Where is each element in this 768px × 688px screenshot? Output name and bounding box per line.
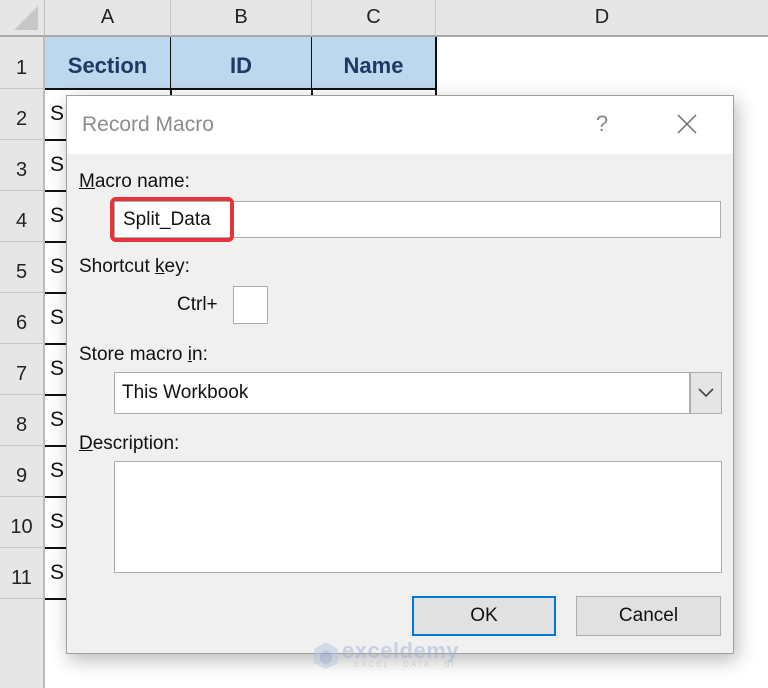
row-number: 7 xyxy=(15,363,28,385)
help-icon: ? xyxy=(595,111,609,136)
cell-b1[interactable]: ID xyxy=(171,37,313,90)
row-number: 5 xyxy=(15,261,28,283)
row-header-6[interactable]: 6 xyxy=(0,293,45,344)
shortcut-key-input[interactable] xyxy=(233,286,268,324)
cell-text: S xyxy=(50,561,65,584)
column-header-c[interactable]: C xyxy=(312,0,436,37)
row-header-3[interactable]: 3 xyxy=(0,140,45,191)
row-header-9[interactable]: 9 xyxy=(0,446,45,497)
description-textarea[interactable] xyxy=(114,461,722,573)
row-number: 2 xyxy=(15,108,28,130)
accelerator-key: M xyxy=(79,171,95,192)
close-icon xyxy=(677,114,697,134)
accelerator-key: D xyxy=(79,433,93,454)
column-header-b[interactable]: B xyxy=(171,0,312,37)
select-all-triangle-icon xyxy=(14,6,38,30)
select-all-button[interactable] xyxy=(0,0,45,37)
chevron-down-icon xyxy=(698,388,714,398)
exceldemy-logo-icon xyxy=(314,642,338,669)
row-number: 6 xyxy=(15,312,28,334)
cell-text: S xyxy=(50,510,65,533)
column-letter: D xyxy=(594,6,610,28)
button-label: Cancel xyxy=(618,605,679,626)
ok-button[interactable]: OK xyxy=(412,596,556,636)
button-label: OK xyxy=(470,605,498,626)
row-header-10[interactable]: 10 xyxy=(0,497,45,548)
cell-text: S xyxy=(50,255,65,278)
cell-text: S xyxy=(50,357,65,380)
column-letter: A xyxy=(100,6,115,28)
dropdown-button[interactable] xyxy=(689,373,721,413)
help-button[interactable]: ? xyxy=(587,108,617,140)
store-macro-select[interactable]: This Workbook xyxy=(114,372,722,414)
store-macro-label: Store macro in: xyxy=(79,344,208,366)
record-macro-dialog: Record Macro ? Macro name: Split_Data Sh… xyxy=(66,95,734,654)
row-header-5[interactable]: 5 xyxy=(0,242,45,293)
row-header-8[interactable]: 8 xyxy=(0,395,45,446)
macro-name-input[interactable]: Split_Data xyxy=(114,201,721,238)
row-number: 1 xyxy=(15,57,28,79)
cell-text: S xyxy=(50,102,65,125)
cell-text: S xyxy=(50,306,65,329)
watermark-tagline: EXCEL · DATA · BI xyxy=(354,660,456,669)
row-number: 10 xyxy=(10,516,33,538)
close-button[interactable] xyxy=(667,106,707,142)
row-header-4[interactable]: 4 xyxy=(0,191,45,242)
exceldemy-watermark: exceldemy EXCEL · DATA · BI xyxy=(312,638,462,670)
row-number: 9 xyxy=(15,465,28,487)
column-header-a[interactable]: A xyxy=(45,0,171,37)
column-header-d[interactable]: D xyxy=(436,0,768,37)
label-text: n: xyxy=(192,344,208,365)
row-header-1[interactable]: 1 xyxy=(0,37,45,89)
row-header-11[interactable]: 11 xyxy=(0,548,45,599)
dialog-titlebar[interactable]: Record Macro ? xyxy=(67,96,733,154)
input-value: Split_Data xyxy=(123,208,211,230)
cell-text: Name xyxy=(343,52,404,78)
dialog-title: Record Macro xyxy=(82,113,214,136)
cell-c1[interactable]: Name xyxy=(312,37,437,90)
cell-text: S xyxy=(50,204,65,227)
cell-text: S xyxy=(50,153,65,176)
accelerator-key: k xyxy=(155,256,165,277)
column-letter: C xyxy=(366,6,381,28)
label-text: ey: xyxy=(164,256,190,277)
cell-text: ID xyxy=(230,52,252,78)
cell-text: S xyxy=(50,459,65,482)
row-number: 3 xyxy=(15,159,28,181)
column-letter: B xyxy=(234,6,248,28)
cell-a1[interactable]: Section xyxy=(45,37,172,90)
select-value: This Workbook xyxy=(122,382,249,403)
cell-text: S xyxy=(50,408,65,431)
label-text: Shortcut xyxy=(79,256,156,277)
cancel-button[interactable]: Cancel xyxy=(576,596,721,636)
label-text: escription: xyxy=(92,433,180,454)
cell-text: Section xyxy=(67,52,148,78)
row-header-7[interactable]: 7 xyxy=(0,344,45,395)
row-header-filler xyxy=(0,599,45,688)
shortcut-key-label: Shortcut key: xyxy=(79,256,190,278)
description-label: Description: xyxy=(79,433,179,455)
row-number: 11 xyxy=(11,567,32,589)
macro-name-label: Macro name: xyxy=(79,171,190,193)
label-text: acro name: xyxy=(94,171,190,192)
row-number: 8 xyxy=(15,414,28,436)
label-text: Store macro xyxy=(79,344,188,365)
row-number: 4 xyxy=(15,210,28,232)
row-header-2[interactable]: 2 xyxy=(0,89,45,140)
ctrl-prefix-label: Ctrl+ xyxy=(177,294,218,315)
